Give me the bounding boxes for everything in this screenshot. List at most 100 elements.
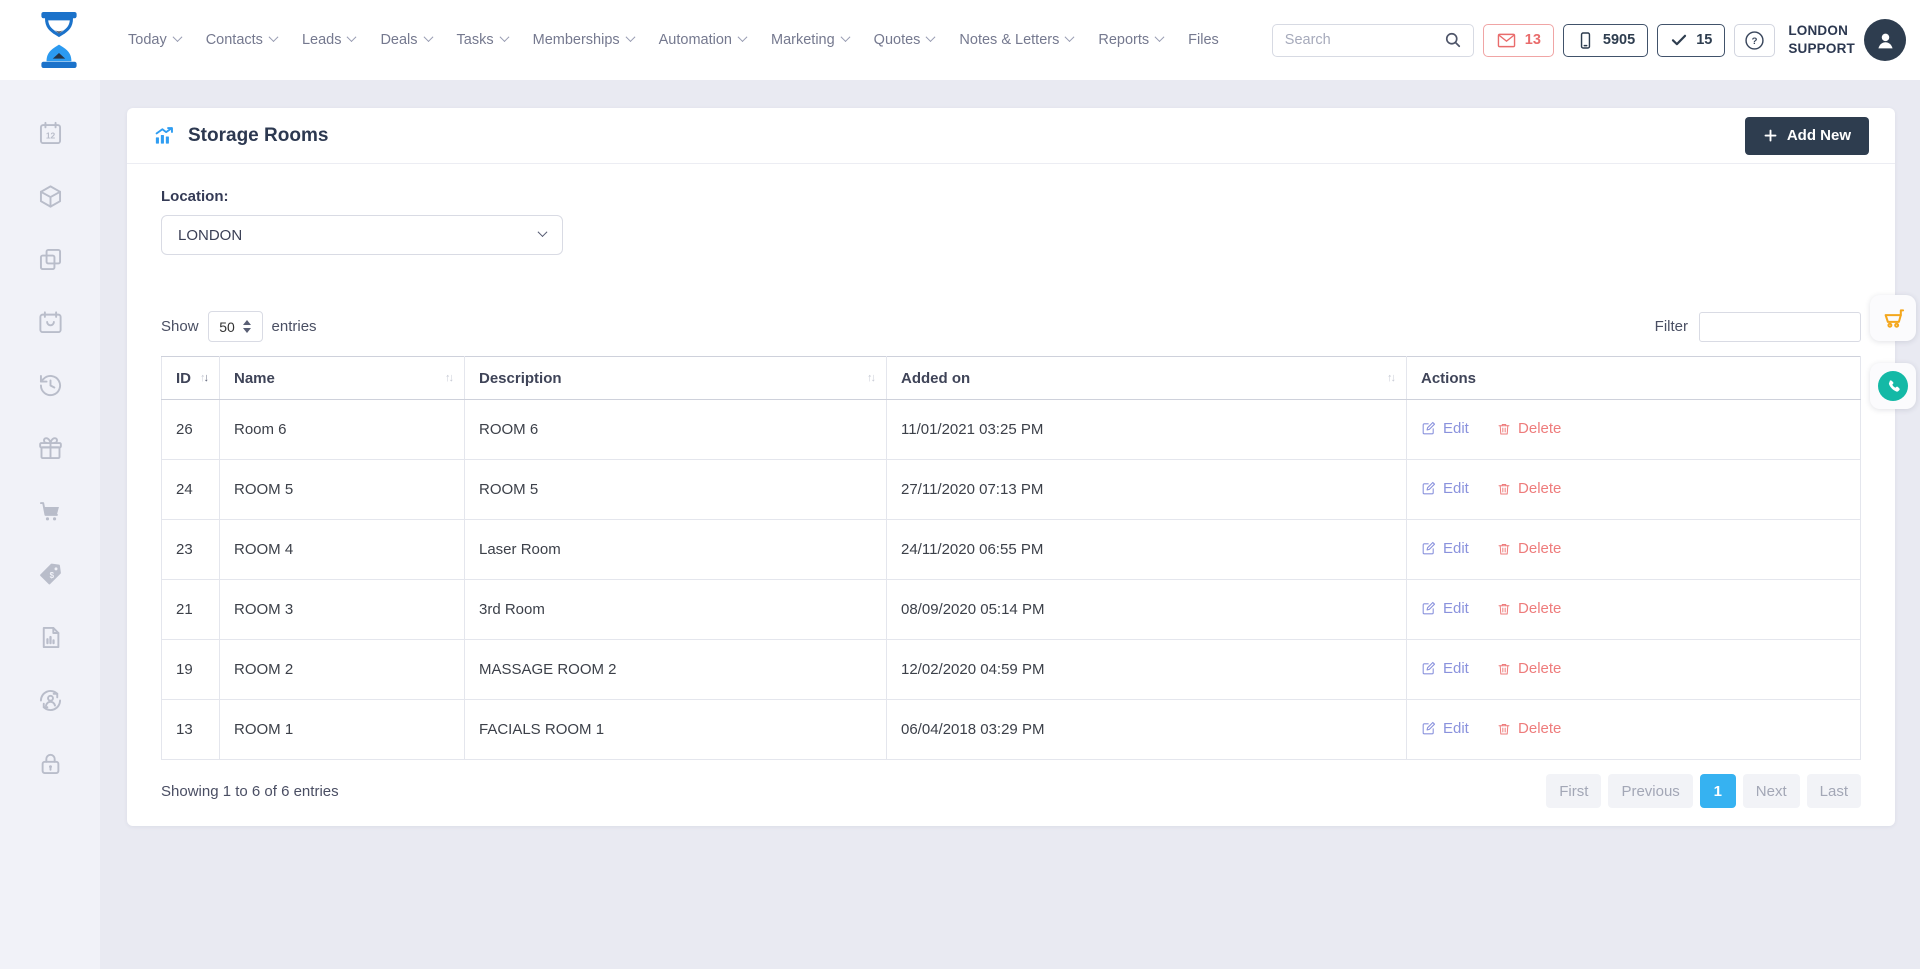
table-row: 13 ROOM 1 FACIALS ROOM 1 06/04/2018 03:2… — [162, 700, 1861, 760]
nav-contacts[interactable]: Contacts — [206, 32, 277, 48]
nav-deals[interactable]: Deals — [380, 32, 431, 48]
delete-label: Delete — [1518, 420, 1561, 437]
cell-added-on: 12/02/2020 04:59 PM — [887, 640, 1407, 700]
search-input[interactable] — [1285, 32, 1443, 48]
chevron-down-icon — [1155, 32, 1165, 42]
avatar[interactable] — [1864, 19, 1906, 61]
cart-icon[interactable] — [37, 498, 64, 525]
column-header-id[interactable]: ID↑↓ — [162, 357, 220, 400]
lock-icon[interactable] — [37, 750, 64, 777]
nav-leads[interactable]: Leads — [302, 32, 356, 48]
pagination-next[interactable]: Next — [1743, 774, 1800, 808]
booking-calendar-icon[interactable] — [37, 309, 64, 336]
svg-text:$: $ — [49, 571, 54, 580]
nav-files[interactable]: Files — [1188, 32, 1219, 48]
delete-button[interactable]: Delete — [1497, 540, 1561, 557]
calendar-icon[interactable]: 12 — [37, 120, 64, 147]
nav-memberships[interactable]: Memberships — [533, 32, 634, 48]
storage-rooms-table: ID↑↓ Name↑↓ Description↑↓ Added on↑↓ Act — [161, 356, 1861, 760]
cell-actions: Edit Delete — [1407, 580, 1861, 640]
edit-label: Edit — [1443, 600, 1469, 617]
edit-label: Edit — [1443, 720, 1469, 737]
cell-added-on: 24/11/2020 06:55 PM — [887, 520, 1407, 580]
pagination-first[interactable]: First — [1546, 774, 1601, 808]
nav-automation[interactable]: Automation — [659, 32, 746, 48]
main-content: Storage Rooms Add New Location: LONDON S… — [100, 80, 1920, 969]
nav-reports[interactable]: Reports — [1098, 32, 1163, 48]
nav-notes-letters[interactable]: Notes & Letters — [959, 32, 1073, 48]
package-icon[interactable] — [37, 183, 64, 210]
cell-actions: Edit Delete — [1407, 520, 1861, 580]
pagination-page-1[interactable]: 1 — [1700, 774, 1736, 808]
search-button[interactable] — [1443, 30, 1463, 50]
edit-button[interactable]: Edit — [1421, 720, 1469, 737]
table-controls: Show 50 entries Filter — [161, 311, 1861, 342]
cell-name: ROOM 4 — [220, 520, 465, 580]
top-bar: Today Contacts Leads Deals Tasks Members… — [0, 0, 1920, 80]
help-button[interactable]: ? — [1734, 24, 1775, 57]
cell-id: 21 — [162, 580, 220, 640]
edit-button[interactable]: Edit — [1421, 600, 1469, 617]
topbar-right: 13 5905 15 ? LONDON SUPPORT — [1272, 19, 1906, 61]
column-header-name[interactable]: Name↑↓ — [220, 357, 465, 400]
cart-float-button[interactable] — [1870, 295, 1916, 341]
phone-badge[interactable]: 5905 — [1563, 24, 1648, 57]
app-logo[interactable] — [32, 11, 86, 69]
pagination-last[interactable]: Last — [1807, 774, 1861, 808]
delete-button[interactable]: Delete — [1497, 420, 1561, 437]
history-icon[interactable] — [37, 372, 64, 399]
edit-label: Edit — [1443, 660, 1469, 677]
price-tag-icon[interactable]: $ — [37, 561, 64, 588]
edit-button[interactable]: Edit — [1421, 660, 1469, 677]
column-description-label: Description — [479, 370, 562, 387]
delete-button[interactable]: Delete — [1497, 480, 1561, 497]
copy-icon[interactable] — [37, 246, 64, 273]
nav-today[interactable]: Today — [128, 32, 181, 48]
smartphone-icon — [1576, 31, 1595, 50]
edit-button[interactable]: Edit — [1421, 420, 1469, 437]
cell-actions: Edit Delete — [1407, 700, 1861, 760]
nav-tasks[interactable]: Tasks — [457, 32, 508, 48]
tasks-badge[interactable]: 15 — [1657, 24, 1725, 57]
phone-float-button[interactable] — [1870, 363, 1916, 409]
delete-button[interactable]: Delete — [1497, 600, 1561, 617]
edit-label: Edit — [1443, 420, 1469, 437]
pagination-previous[interactable]: Previous — [1608, 774, 1692, 808]
nav-quotes[interactable]: Quotes — [874, 32, 935, 48]
filter-input[interactable] — [1699, 312, 1861, 342]
chevron-down-icon — [499, 32, 509, 42]
column-header-added-on[interactable]: Added on↑↓ — [887, 357, 1407, 400]
nav-contacts-label: Contacts — [206, 32, 263, 48]
nav-reports-label: Reports — [1098, 32, 1149, 48]
report-icon[interactable] — [37, 624, 64, 651]
cell-id: 19 — [162, 640, 220, 700]
column-name-label: Name — [234, 370, 275, 387]
sidebar: 12 $ — [0, 80, 100, 969]
page-length-select[interactable]: 50 — [208, 311, 263, 342]
nav-automation-label: Automation — [659, 32, 732, 48]
table-footer: Showing 1 to 6 of 6 entries First Previo… — [161, 774, 1861, 808]
cell-description: ROOM 6 — [465, 400, 887, 460]
delete-button[interactable]: Delete — [1497, 720, 1561, 737]
chevron-down-icon — [1065, 32, 1075, 42]
nav-marketing[interactable]: Marketing — [771, 32, 849, 48]
page-length-control: Show 50 entries — [161, 311, 317, 342]
current-user-name: LONDON SUPPORT — [1788, 22, 1855, 57]
user-sync-icon[interactable] — [37, 687, 64, 714]
cell-actions: Edit Delete — [1407, 460, 1861, 520]
messages-badge[interactable]: 13 — [1483, 24, 1554, 57]
help-icon: ? — [1743, 29, 1766, 52]
mail-icon — [1496, 30, 1517, 51]
edit-button[interactable]: Edit — [1421, 540, 1469, 557]
column-header-description[interactable]: Description↑↓ — [465, 357, 887, 400]
gift-icon[interactable] — [37, 435, 64, 462]
edit-icon — [1421, 481, 1436, 496]
add-new-button[interactable]: Add New — [1745, 117, 1869, 155]
edit-button[interactable]: Edit — [1421, 480, 1469, 497]
user-icon — [1873, 28, 1898, 53]
delete-button[interactable]: Delete — [1497, 660, 1561, 677]
location-select[interactable]: LONDON — [161, 215, 563, 255]
card-header: Storage Rooms Add New — [127, 108, 1895, 164]
trash-icon — [1497, 482, 1511, 496]
edit-icon — [1421, 721, 1436, 736]
